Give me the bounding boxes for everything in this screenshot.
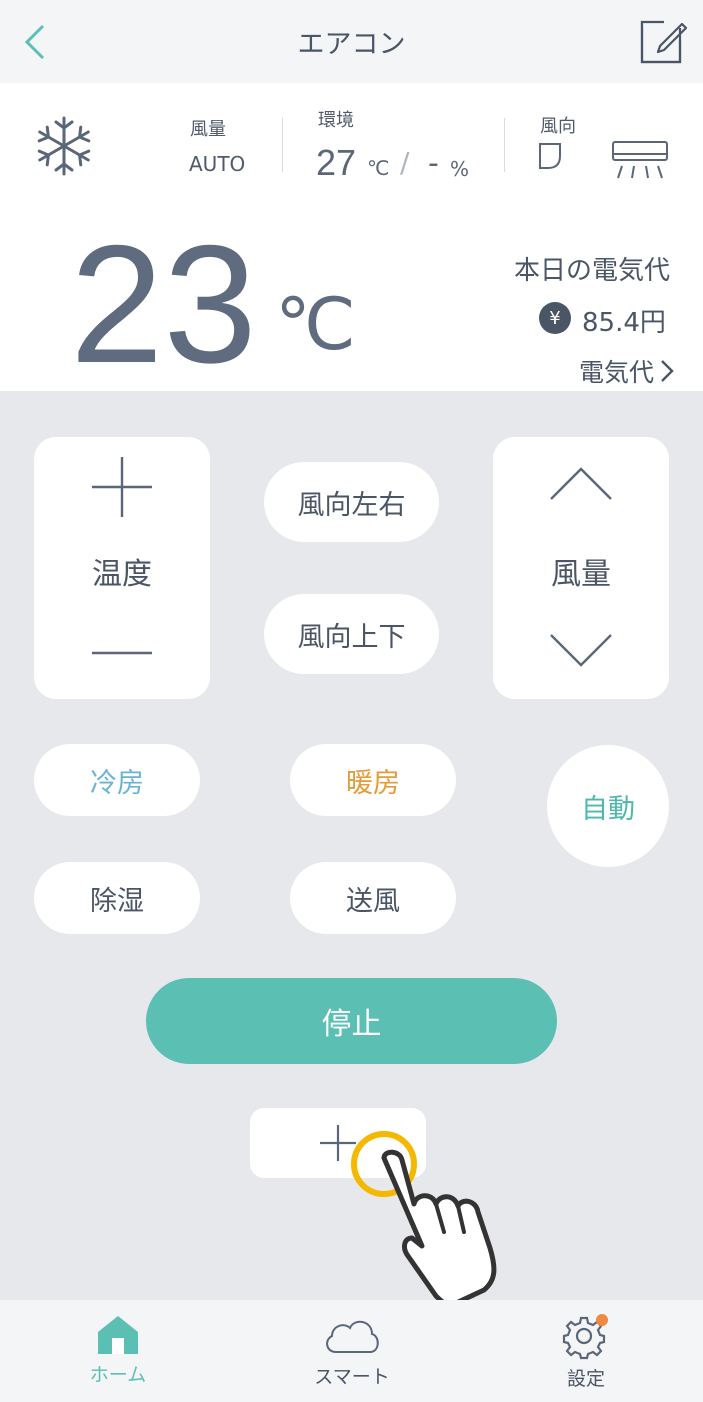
- cost-link-label: 電気代: [578, 358, 654, 387]
- plus-icon: [92, 457, 152, 517]
- fan-value: AUTO: [189, 152, 246, 176]
- ac-unit-icon: [612, 141, 668, 179]
- mode-dry-button[interactable]: 除湿: [34, 862, 200, 934]
- edit-button[interactable]: [636, 14, 690, 68]
- env-temp: 27: [316, 142, 357, 183]
- nav-home[interactable]: ホーム: [48, 1300, 188, 1402]
- back-button[interactable]: [14, 20, 54, 64]
- snowflake-icon: [34, 116, 94, 176]
- temp-down-button[interactable]: [86, 623, 158, 683]
- env-temp-unit: ℃: [367, 156, 390, 180]
- gear-icon: [562, 1314, 608, 1360]
- env-humidity: -: [428, 146, 439, 181]
- cost-title: 本日の電気代: [513, 256, 670, 286]
- louver-icon: [539, 143, 561, 169]
- nav-smart[interactable]: スマート: [282, 1300, 422, 1402]
- direction-label: 風向: [540, 116, 576, 137]
- set-temperature: 23: [70, 210, 257, 398]
- temperature-card: 温度: [34, 437, 210, 699]
- stop-button[interactable]: 停止: [146, 978, 557, 1064]
- mode-cool-button[interactable]: 冷房: [34, 744, 200, 816]
- chevron-up-icon: [550, 467, 612, 500]
- mode-auto-button[interactable]: 自動: [547, 745, 669, 867]
- nav-settings[interactable]: 設定: [516, 1300, 656, 1402]
- header-bar: [0, 0, 703, 83]
- yen-icon: ¥: [539, 302, 571, 334]
- fan-speed-label: 風量: [551, 557, 611, 592]
- fan-up-button[interactable]: [543, 459, 619, 509]
- cost-link[interactable]: 電気代: [560, 354, 676, 388]
- env-label: 環境: [318, 110, 354, 131]
- tap-hand-icon: [351, 1131, 497, 1307]
- status-divider: [282, 118, 283, 172]
- fan-card: 風量: [493, 437, 669, 699]
- yen-symbol: ¥: [549, 307, 561, 329]
- nav-home-label: ホーム: [89, 1364, 147, 1386]
- swing-lr-button[interactable]: 風向左右: [264, 462, 439, 542]
- edit-icon: [640, 18, 688, 64]
- temperature-label: 温度: [92, 557, 152, 592]
- cost-value: 85.4円: [582, 308, 666, 338]
- fan-down-button[interactable]: [543, 625, 619, 675]
- cloud-icon: [326, 1320, 379, 1353]
- swing-ud-button[interactable]: 風向上下: [264, 594, 439, 674]
- nav-smart-label: スマート: [314, 1366, 390, 1388]
- home-icon: [98, 1316, 138, 1354]
- minus-icon: [92, 651, 152, 655]
- env-humidity-unit: %: [450, 157, 470, 181]
- temp-up-button[interactable]: [86, 451, 158, 523]
- status-divider: [504, 118, 505, 172]
- bottom-navigation: ホーム スマート 設定: [0, 1300, 703, 1402]
- nav-settings-label: 設定: [566, 1368, 605, 1390]
- fan-label: 風量: [190, 119, 226, 140]
- mode-fan-button[interactable]: 送風: [290, 862, 456, 934]
- chevron-left-icon: [24, 24, 45, 60]
- chevron-right-icon: [661, 360, 674, 382]
- chevron-down-icon: [550, 634, 612, 667]
- mode-heat-button[interactable]: 暖房: [290, 744, 456, 816]
- env-separator: /: [400, 146, 410, 179]
- set-temperature-unit: ℃: [275, 282, 356, 366]
